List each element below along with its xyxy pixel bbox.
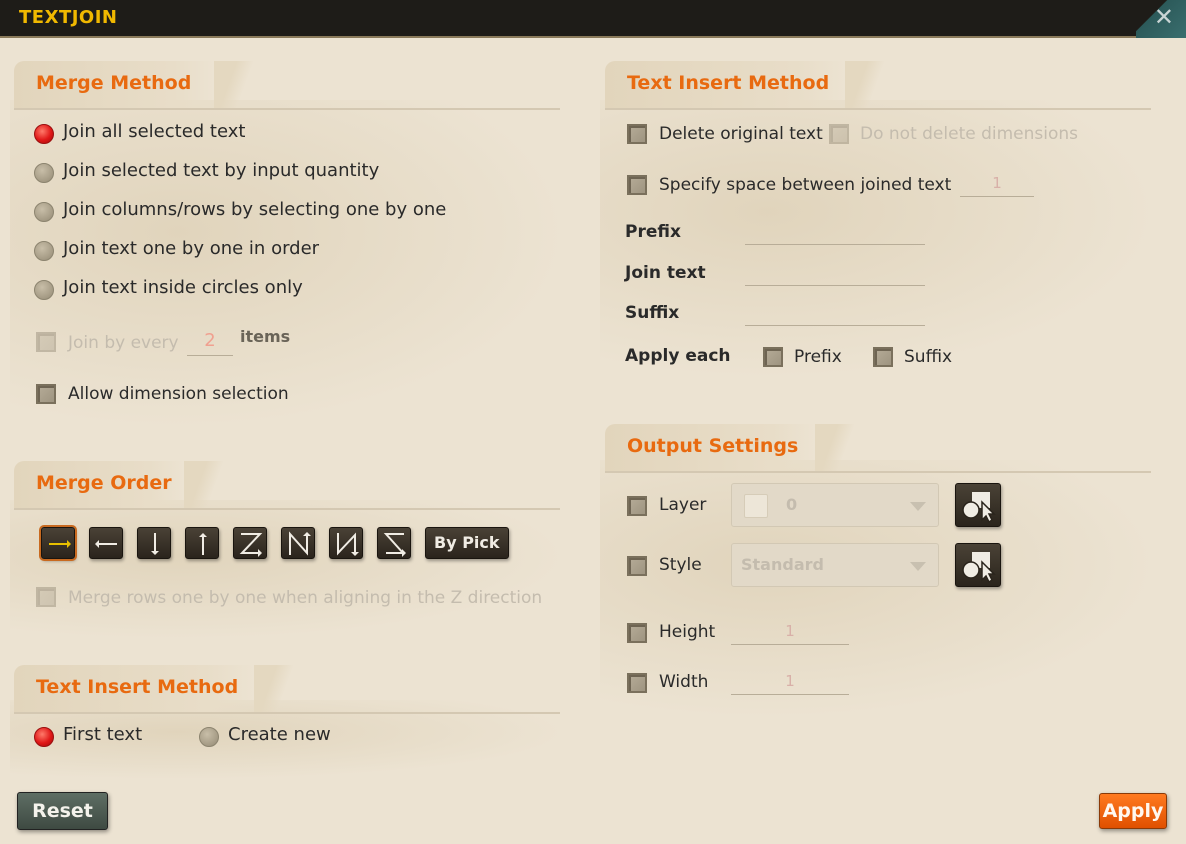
radio-create-new[interactable] [199, 727, 219, 747]
specify-space-label[interactable]: Specify space between joined text [659, 175, 951, 195]
merge-method-rule [14, 108, 560, 110]
reset-button[interactable]: Reset [17, 792, 108, 830]
merge-method-shade [10, 100, 570, 430]
text-insert-right-tab: Text Insert Method [605, 61, 885, 109]
option-join-columns-rows-label[interactable]: Join columns/rows by selecting one by on… [63, 199, 446, 220]
radio-first-text[interactable] [34, 727, 54, 747]
height-label[interactable]: Height [659, 622, 715, 642]
up-arrow-icon[interactable] [185, 527, 219, 559]
style-label[interactable]: Style [659, 555, 702, 575]
layer-color-swatch [744, 494, 768, 518]
width-checkbox[interactable] [627, 673, 647, 693]
text-insert-left-tab: Text Insert Method [14, 665, 294, 713]
width-label[interactable]: Width [659, 672, 708, 692]
join-text-input[interactable] [745, 285, 925, 286]
join-text-label: Join text [625, 263, 706, 283]
option-join-by-quantity-label[interactable]: Join selected text by input quantity [63, 160, 379, 181]
height-checkbox[interactable] [627, 623, 647, 643]
text-insert-right-rule [605, 108, 1151, 110]
title-bar: TEXTJOIN ✕ [0, 0, 1186, 38]
join-by-every-label: Join by every [68, 333, 179, 353]
radio-join-in-order[interactable] [34, 241, 54, 261]
allow-dimension-checkbox[interactable] [36, 384, 56, 404]
option-join-in-order-label[interactable]: Join text one by one in order [63, 238, 319, 259]
close-icon[interactable]: ✕ [1154, 3, 1174, 31]
prefix-label: Prefix [625, 222, 681, 242]
delete-original-checkbox[interactable] [627, 124, 647, 144]
text-insert-left-heading: Text Insert Method [36, 676, 239, 698]
specify-space-input[interactable]: 1 [960, 174, 1034, 192]
first-text-label[interactable]: First text [63, 724, 142, 745]
pick-object-icon [962, 552, 996, 584]
left-arrow-icon[interactable] [89, 527, 123, 559]
style-pick-button[interactable] [955, 543, 1001, 587]
radio-join-by-quantity[interactable] [34, 163, 54, 183]
text-insert-right-heading: Text Insert Method [627, 72, 830, 94]
join-by-every-checkbox[interactable] [36, 332, 56, 352]
merge-method-tab: Merge Method [14, 61, 254, 109]
height-input[interactable]: 1 [731, 622, 849, 640]
merge-order-heading: Merge Order [36, 472, 172, 494]
layer-dropdown-value: 0 [786, 495, 798, 514]
style-dropdown-value: Standard [741, 555, 824, 574]
layer-dropdown[interactable]: 0 [731, 483, 939, 527]
merge-rows-checkbox[interactable] [36, 587, 56, 607]
layer-pick-button[interactable] [955, 483, 1001, 527]
merge-rows-label: Merge rows one by one when aligning in t… [68, 588, 543, 608]
prefix-input[interactable] [745, 244, 925, 245]
merge-order-tab: Merge Order [14, 461, 224, 509]
specify-space-underline [960, 196, 1034, 197]
down-arrow-icon[interactable] [137, 527, 171, 559]
output-settings-rule [605, 471, 1151, 473]
style-dropdown-chevron-icon [910, 562, 926, 571]
apply-prefix-label[interactable]: Prefix [794, 347, 842, 367]
option-join-all-label[interactable]: Join all selected text [63, 121, 245, 142]
window-title: TEXTJOIN [19, 7, 118, 28]
reverse-n-pattern-icon[interactable] [329, 527, 363, 559]
n-pattern-icon[interactable] [281, 527, 315, 559]
suffix-label: Suffix [625, 303, 680, 323]
radio-join-all[interactable] [34, 124, 54, 144]
merge-method-heading: Merge Method [36, 72, 192, 94]
width-input[interactable]: 1 [731, 672, 849, 690]
apply-button[interactable]: Apply [1099, 793, 1167, 829]
join-by-every-input[interactable]: 2 [188, 330, 232, 351]
by-pick-button[interactable]: By Pick [425, 527, 509, 559]
apply-suffix-checkbox[interactable] [873, 347, 893, 367]
apply-prefix-checkbox[interactable] [763, 347, 783, 367]
apply-suffix-label[interactable]: Suffix [904, 347, 952, 367]
output-settings-tab: Output Settings [605, 424, 855, 472]
z-pattern-icon[interactable] [233, 527, 267, 559]
radio-join-columns-rows[interactable] [34, 202, 54, 222]
output-settings-heading: Output Settings [627, 435, 799, 457]
delete-original-label[interactable]: Delete original text [659, 124, 823, 144]
layer-label[interactable]: Layer [659, 495, 706, 515]
text-insert-left-rule [14, 712, 560, 714]
width-underline [731, 694, 849, 695]
merge-order-rule [14, 508, 560, 510]
reverse-z-pattern-icon[interactable] [377, 527, 411, 559]
allow-dimension-label[interactable]: Allow dimension selection [68, 384, 289, 404]
suffix-input[interactable] [745, 325, 925, 326]
do-not-delete-dims-checkbox[interactable] [829, 124, 849, 144]
option-join-inside-circles-label[interactable]: Join text inside circles only [63, 277, 303, 298]
right-arrow-icon[interactable] [41, 527, 75, 559]
items-label: items [240, 327, 291, 346]
pick-object-icon [962, 492, 996, 524]
merge-order-shade [10, 500, 570, 640]
style-checkbox[interactable] [627, 556, 647, 576]
style-dropdown[interactable]: Standard [731, 543, 939, 587]
do-not-delete-dims-label: Do not delete dimensions [860, 124, 1079, 144]
specify-space-checkbox[interactable] [627, 175, 647, 195]
height-underline [731, 644, 849, 645]
apply-each-label: Apply each [625, 346, 731, 366]
layer-dropdown-chevron-icon [910, 502, 926, 511]
radio-join-inside-circles[interactable] [34, 280, 54, 300]
layer-checkbox[interactable] [627, 496, 647, 516]
create-new-label[interactable]: Create new [228, 724, 331, 745]
join-by-every-underline [187, 355, 233, 356]
